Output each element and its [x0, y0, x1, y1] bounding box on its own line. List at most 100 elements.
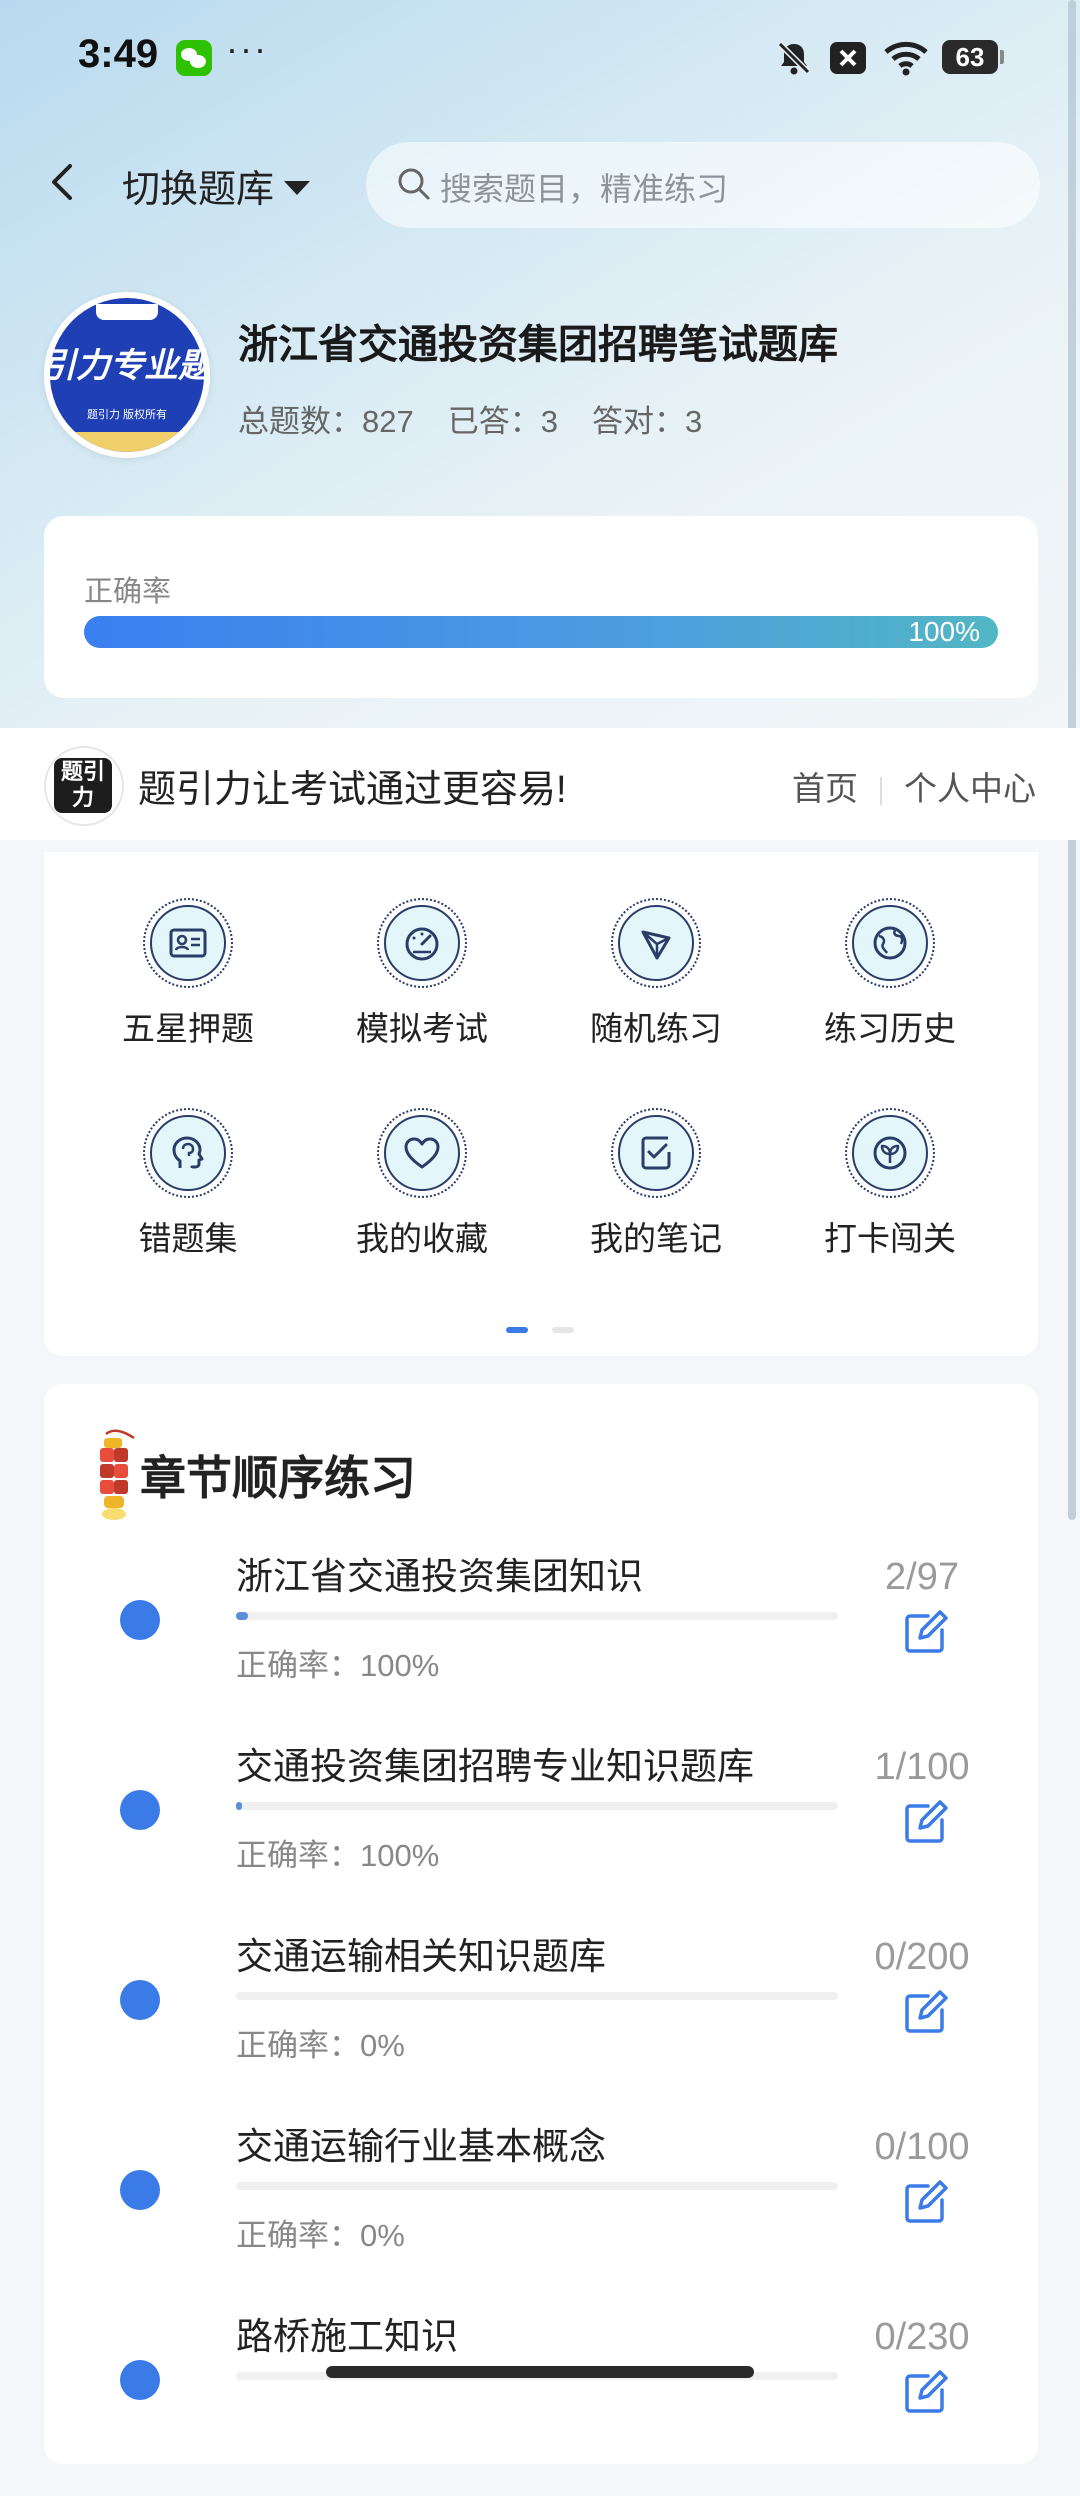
globe-icon	[873, 926, 907, 960]
grid-item-label: 五星押题	[122, 1010, 254, 1047]
chapter-name: 交通运输行业基本概念	[236, 2126, 606, 2167]
bell-muted-icon	[777, 41, 811, 75]
nav-profile-link[interactable]: 个人中心	[904, 770, 1036, 807]
grid-item-mock-exam[interactable]: 模拟考试	[322, 898, 522, 1050]
grid-item-label: 错题集	[138, 1220, 238, 1257]
slogan-nav: 首页 个人中心	[792, 762, 1036, 810]
accuracy-value: 100%	[908, 616, 980, 647]
chapter-row[interactable]: 浙江省交通投资集团知识正确率：100% 2/97	[44, 1546, 1038, 1736]
chapter-row[interactable]: 交通运输相关知识题库正确率：0% 0/200	[44, 1926, 1038, 2116]
back-arrow-icon[interactable]	[42, 160, 86, 204]
edit-icon[interactable]	[900, 1798, 950, 1848]
bank-logo-text: 引力专业题	[50, 347, 204, 385]
chapter-progress-bar	[236, 2182, 838, 2190]
bank-title: 浙江省交通投资集团招聘笔试题库	[238, 323, 838, 367]
chapter-accuracy: 正确率：0%	[236, 2218, 405, 2253]
network-icon	[641, 930, 671, 960]
status-bar: 3:49 ··· 63	[0, 0, 1080, 118]
grid-item-label: 随机练习	[590, 1010, 722, 1047]
accuracy-card: 正确率 100%	[44, 516, 1038, 698]
chapter-row[interactable]: 交通运输行业基本概念正确率：0% 0/100	[44, 2116, 1038, 2306]
grid-item-label: 打卡闯关	[824, 1220, 956, 1257]
chapter-progress-bar	[236, 1802, 838, 1810]
search-placeholder: 搜索题目，精准练习	[440, 171, 729, 207]
search-input[interactable]: 搜索题目，精准练习	[366, 142, 1040, 228]
switch-bank-dropdown[interactable]: 切换题库	[122, 158, 311, 213]
caret-down-icon	[284, 180, 311, 195]
stat-answered: 已答：3	[447, 404, 558, 439]
id-card-icon	[169, 928, 207, 958]
chapter-row[interactable]: 路桥施工知识 0/230	[44, 2306, 1038, 2496]
chapter-count: 0/200	[874, 1936, 970, 1978]
chapter-count: 2/97	[885, 1556, 959, 1598]
grid-item-random-practice[interactable]: 随机练习	[556, 898, 756, 1050]
edit-icon[interactable]	[900, 2368, 950, 2418]
chapter-bullet	[120, 1980, 160, 2020]
pager-dots	[506, 1320, 598, 1338]
chapter-count: 1/100	[874, 1746, 970, 1788]
grid-item-label: 我的笔记	[590, 1220, 722, 1257]
chapter-progress-bar	[236, 1612, 838, 1620]
chapter-name: 路桥施工知识	[236, 2316, 458, 2357]
edit-icon[interactable]	[900, 1988, 950, 2038]
bank-logo: 引力专业题 题引力 版权所有	[44, 292, 210, 458]
edit-icon[interactable]	[900, 2178, 950, 2228]
chapter-practice-section: 章节顺序练习 浙江省交通投资集团知识正确率：100% 2/97 交通投资集团招聘专业…	[44, 1384, 1038, 2464]
edit-icon[interactable]	[900, 1608, 950, 1658]
brand-logo: 题引力	[44, 746, 124, 826]
checklist-icon	[641, 1136, 671, 1170]
wechat-icon	[176, 40, 212, 76]
chapter-name: 交通运输相关知识题库	[236, 1936, 606, 1977]
grid-item-history[interactable]: 练习历史	[790, 898, 990, 1050]
nav-divider	[880, 777, 882, 806]
grid-item-five-star[interactable]: 五星押题	[88, 898, 288, 1050]
firecracker-icon	[100, 1429, 135, 1520]
feature-grid: 五星押题 模拟考试 随机练习 练习历史 错题集 我的收藏 我的笔记 打卡闯关	[44, 852, 1038, 1356]
chapter-section-title: 章节顺序练习	[140, 1452, 416, 1504]
grid-item-label: 模拟考试	[356, 1010, 488, 1047]
search-icon	[398, 168, 430, 200]
stat-correct: 答对：3	[591, 404, 703, 439]
chapter-accuracy: 正确率：100%	[236, 1648, 440, 1683]
grid-item-label: 练习历史	[824, 1010, 956, 1047]
more-notifications-icon: ···	[226, 28, 268, 69]
grid-item-wrong-questions[interactable]: 错题集	[88, 1108, 288, 1260]
sprout-icon	[873, 1136, 907, 1170]
brand-logo-text: 题引力	[54, 758, 112, 813]
nav-home-link[interactable]: 首页	[792, 770, 858, 807]
slogan-text: 题引力让考试通过更容易!	[138, 769, 567, 811]
chapter-progress-bar	[236, 1992, 838, 2000]
slogan-banner: 题引力 题引力让考试通过更容易! 首页 个人中心	[0, 728, 1080, 840]
speedometer-icon	[405, 927, 439, 961]
grid-item-label: 我的收藏	[356, 1220, 488, 1257]
battery-indicator: 63	[942, 40, 1004, 74]
bank-stats: 总题数：827 已答：3 答对：3	[238, 396, 736, 441]
chapter-progress-fill	[236, 1802, 243, 1810]
no-sim-icon	[830, 42, 866, 74]
chapter-name: 浙江省交通投资集团知识	[236, 1556, 643, 1597]
switch-bank-label: 切换题库	[122, 169, 275, 211]
stat-total: 总题数：827	[238, 404, 414, 439]
heart-icon	[404, 1137, 440, 1169]
brain-head-icon	[172, 1136, 204, 1169]
chapter-bullet	[120, 1600, 160, 1640]
chapter-count: 0/230	[874, 2316, 970, 2358]
grid-item-notes[interactable]: 我的笔记	[556, 1108, 756, 1260]
chapter-bullet	[120, 2170, 160, 2210]
accuracy-label: 正确率	[84, 576, 172, 608]
accuracy-progress-bar: 100%	[84, 616, 998, 648]
pager-dot-active[interactable]	[506, 1327, 528, 1333]
pager-dot[interactable]	[552, 1327, 574, 1333]
chapter-name: 交通投资集团招聘专业知识题库	[236, 1746, 754, 1787]
bank-logo-caption: 题引力 版权所有	[86, 409, 168, 421]
chapter-accuracy: 正确率：100%	[236, 1838, 440, 1873]
home-indicator[interactable]	[326, 2366, 754, 2378]
grid-item-favorites[interactable]: 我的收藏	[322, 1108, 522, 1260]
grid-item-check-in[interactable]: 打卡闯关	[790, 1108, 990, 1260]
status-time: 3:49	[78, 32, 159, 76]
chapter-bullet	[120, 1790, 160, 1830]
chapter-progress-fill	[236, 1612, 249, 1620]
chapter-accuracy: 正确率：0%	[236, 2028, 405, 2063]
chapter-row[interactable]: 交通投资集团招聘专业知识题库正确率：100% 1/100	[44, 1736, 1038, 1926]
chapter-count: 0/100	[874, 2126, 970, 2168]
